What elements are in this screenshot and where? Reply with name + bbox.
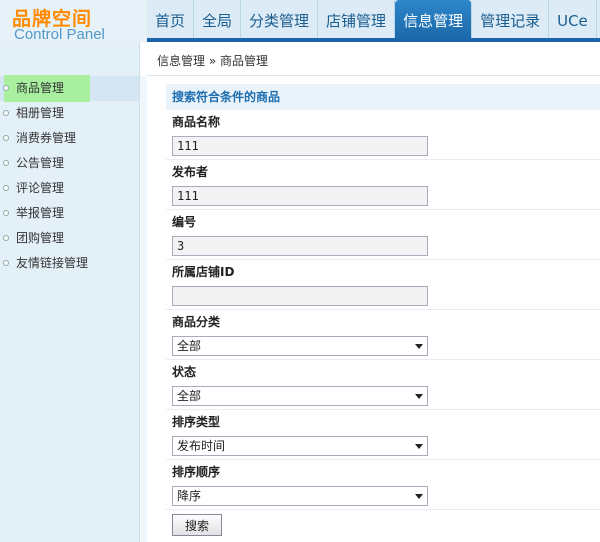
shop-id-row	[166, 284, 600, 310]
product-name-input[interactable]: 111	[172, 136, 428, 156]
main-nav: 首页 全局 分类管理 店铺管理 信息管理 管理记录 UCe	[147, 0, 597, 42]
breadcrumb: 信息管理 » 商品管理	[157, 54, 268, 68]
number-label: 编号	[172, 215, 197, 229]
publisher-row: 111	[166, 184, 600, 210]
product-name-label: 商品名称	[172, 115, 221, 129]
sidebar-header	[0, 42, 139, 76]
category-label: 商品分类	[172, 315, 221, 329]
category-row: 全部	[166, 334, 600, 360]
bullet-icon	[3, 185, 9, 191]
sort-type-row: 发布时间	[166, 434, 600, 460]
bullet-icon	[3, 210, 9, 216]
sidebar-item-album-management[interactable]: 相册管理	[0, 101, 139, 126]
product-name-row: 111	[166, 134, 600, 160]
search-row: 搜索	[166, 510, 600, 536]
search-button[interactable]: 搜索	[172, 514, 222, 536]
dropdown-arrow-icon	[415, 444, 423, 449]
sort-order-select-value: 降序	[177, 489, 202, 503]
tab-info-management[interactable]: 信息管理	[395, 0, 473, 42]
tab-category-management[interactable]: 分类管理	[241, 0, 319, 42]
sidebar-item-comment-management[interactable]: 评论管理	[0, 176, 139, 201]
publisher-label: 发布者	[172, 165, 209, 179]
bullet-icon	[3, 235, 9, 241]
dropdown-arrow-icon	[415, 344, 423, 349]
sort-order-label: 排序顺序	[172, 465, 221, 479]
status-select[interactable]: 全部	[172, 386, 428, 406]
sidebar-item-label: 公告管理	[16, 156, 65, 170]
sidebar-gutter	[140, 76, 147, 542]
publisher-input[interactable]: 111	[172, 186, 428, 206]
sidebar-item-label: 相册管理	[16, 106, 65, 120]
sort-type-label: 排序类型	[172, 415, 221, 429]
logo: 品牌空间 Control Panel	[0, 0, 147, 43]
tab-management-log[interactable]: 管理记录	[472, 0, 550, 42]
tab-global[interactable]: 全局	[194, 0, 242, 42]
sidebar-item-product-management[interactable]: 商品管理	[0, 75, 139, 102]
status-select-value: 全部	[177, 389, 202, 403]
bullet-icon	[3, 135, 9, 141]
form-title: 搜索符合条件的商品	[166, 84, 600, 110]
tab-shop-management[interactable]: 店铺管理	[318, 0, 396, 42]
bullet-icon	[3, 85, 9, 91]
shop-id-label: 所属店铺ID	[172, 265, 235, 279]
sidebar-item-announcement-management[interactable]: 公告管理	[0, 151, 139, 176]
category-select[interactable]: 全部	[172, 336, 428, 356]
bullet-icon	[3, 110, 9, 116]
category-select-value: 全部	[177, 339, 202, 353]
top-bar: 品牌空间 Control Panel 首页 全局 分类管理 店铺管理 信息管理 …	[0, 0, 600, 43]
tab-home[interactable]: 首页	[147, 0, 195, 42]
sidebar-item-coupon-management[interactable]: 消费券管理	[0, 126, 139, 151]
sort-order-row: 降序	[166, 484, 600, 510]
sidebar: 商品管理 相册管理 消费券管理 公告管理 评论管理 举报管理 团购管理 友情链接…	[0, 42, 140, 542]
status-label: 状态	[172, 365, 197, 379]
sidebar-item-label: 举报管理	[16, 206, 65, 220]
status-row: 全部	[166, 384, 600, 410]
bullet-icon	[3, 160, 9, 166]
sort-type-select[interactable]: 发布时间	[172, 436, 428, 456]
sidebar-item-report-management[interactable]: 举报管理	[0, 201, 139, 226]
sidebar-item-group-buy-management[interactable]: 团购管理	[0, 226, 139, 251]
logo-subtitle: Control Panel	[14, 26, 105, 43]
sidebar-item-friend-link-management[interactable]: 友情链接管理	[0, 251, 139, 276]
sidebar-item-label: 友情链接管理	[16, 256, 89, 270]
sidebar-item-label: 团购管理	[16, 231, 65, 245]
sort-type-select-value: 发布时间	[177, 439, 226, 453]
bullet-icon	[3, 260, 9, 266]
search-form: 搜索符合条件的商品 商品名称 111 发布者 111 编号 3 所属店铺ID 商…	[166, 84, 600, 536]
shop-id-input[interactable]	[172, 286, 428, 306]
dropdown-arrow-icon	[415, 394, 423, 399]
breadcrumb-bar: 信息管理 » 商品管理	[147, 42, 600, 76]
sidebar-item-label: 评论管理	[16, 181, 65, 195]
number-row: 3	[166, 234, 600, 260]
tab-ucenter[interactable]: UCe	[549, 0, 597, 42]
sort-order-select[interactable]: 降序	[172, 486, 428, 506]
sidebar-item-label: 消费券管理	[16, 131, 77, 145]
number-input[interactable]: 3	[172, 236, 428, 256]
sidebar-item-label: 商品管理	[16, 81, 65, 95]
dropdown-arrow-icon	[415, 494, 423, 499]
